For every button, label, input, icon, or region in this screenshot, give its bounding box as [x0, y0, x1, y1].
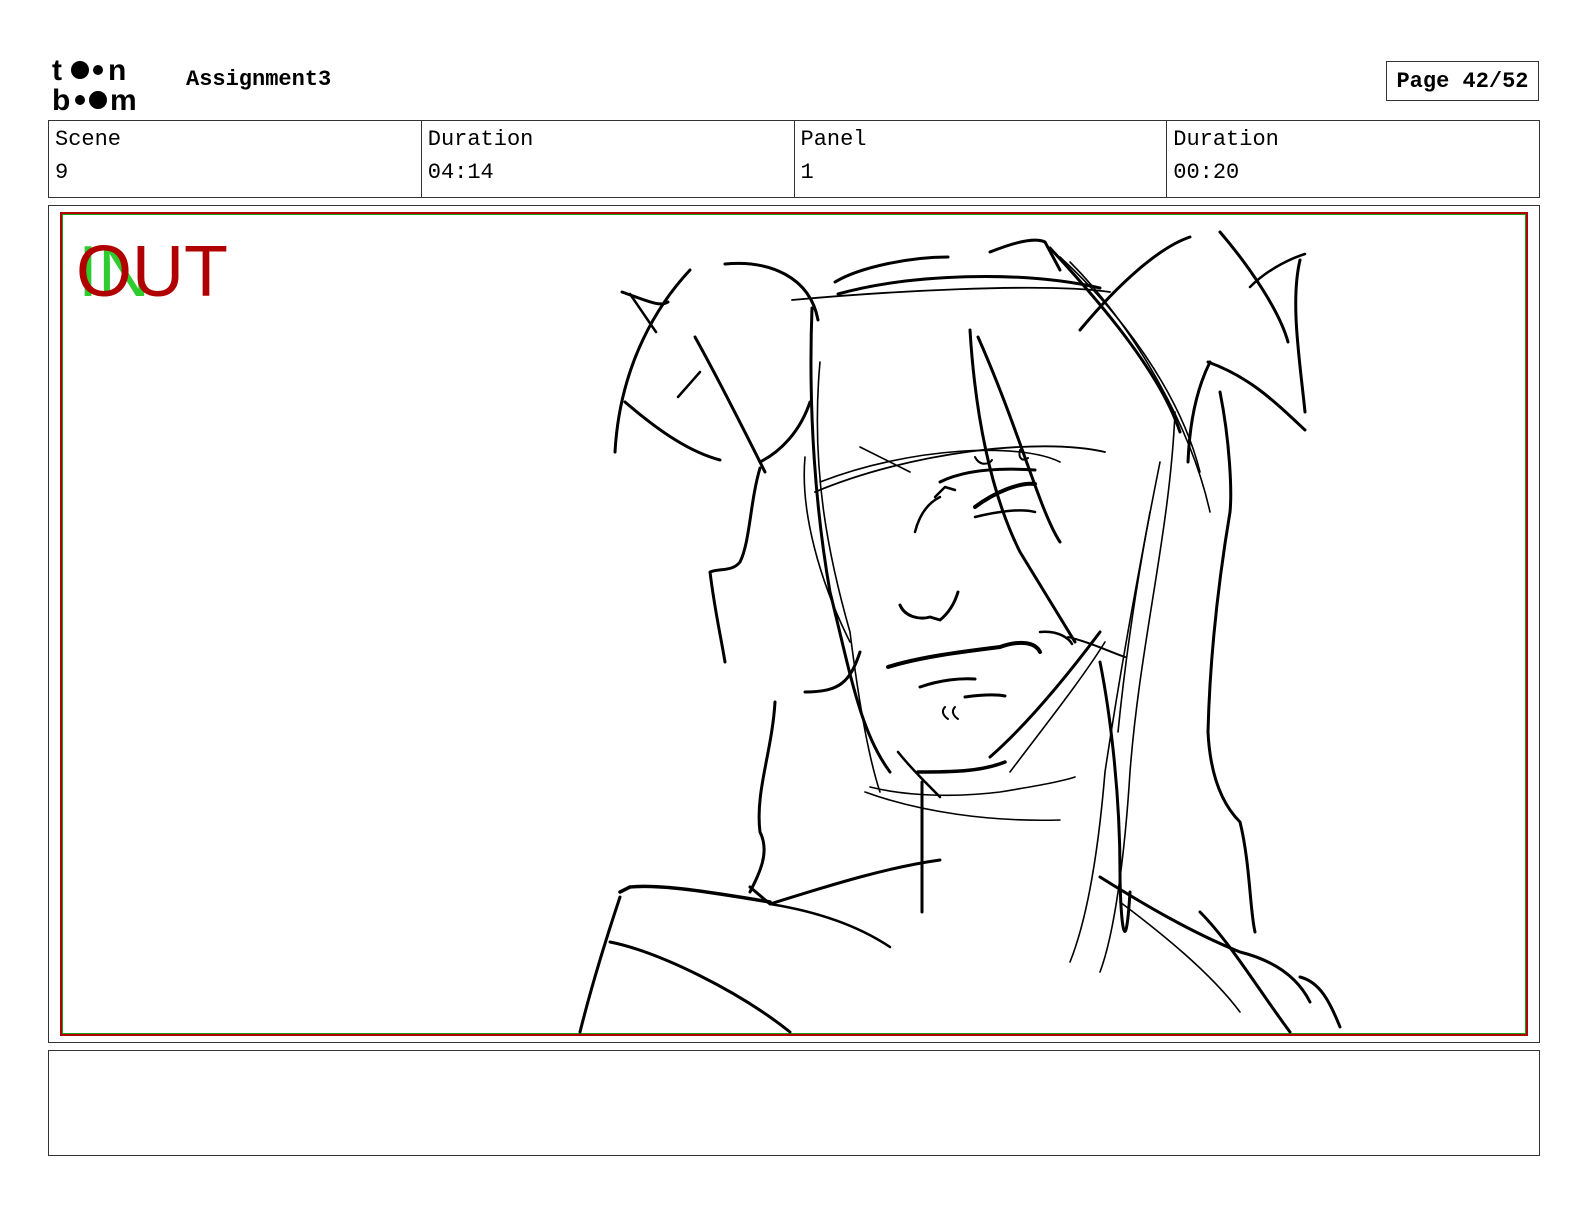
logo-letter-t: t — [52, 54, 62, 87]
panel-label: Panel — [800, 127, 867, 152]
logo-dot — [71, 61, 89, 79]
logo-letter-n: n — [108, 54, 126, 87]
logo-dot — [93, 65, 103, 75]
page-indicator: Page 42/52 — [1386, 61, 1539, 101]
logo-dot — [89, 91, 107, 109]
logo-dot — [75, 95, 85, 105]
project-title: Assignment3 — [186, 67, 332, 92]
scene-cell: Scene 9 — [49, 121, 422, 197]
logo-letter-m: m — [110, 84, 137, 112]
scene-value: 9 — [55, 160, 69, 185]
scene-label: Scene — [55, 127, 122, 152]
toon-boom-logo: t n b m — [52, 54, 137, 112]
panel-duration-value: 00:20 — [1173, 160, 1240, 185]
panel-cell: Panel 1 — [795, 121, 1168, 197]
panel-duration-label: Duration — [1173, 127, 1279, 152]
scene-info-table: Scene 9 Duration 04:14 Panel 1 Duration … — [48, 120, 1540, 198]
panel-duration-cell: Duration 00:20 — [1167, 121, 1539, 197]
storyboard-sketch — [578, 230, 1342, 1034]
scene-duration-cell: Duration 04:14 — [422, 121, 795, 197]
scene-duration-value: 04:14 — [427, 160, 494, 185]
panel-notes[interactable] — [48, 1050, 1540, 1156]
panel-value: 1 — [800, 160, 814, 185]
scene-duration-label: Duration — [427, 127, 534, 152]
out-marker: OUT — [76, 232, 228, 312]
logo-letter-b: b — [52, 84, 70, 112]
